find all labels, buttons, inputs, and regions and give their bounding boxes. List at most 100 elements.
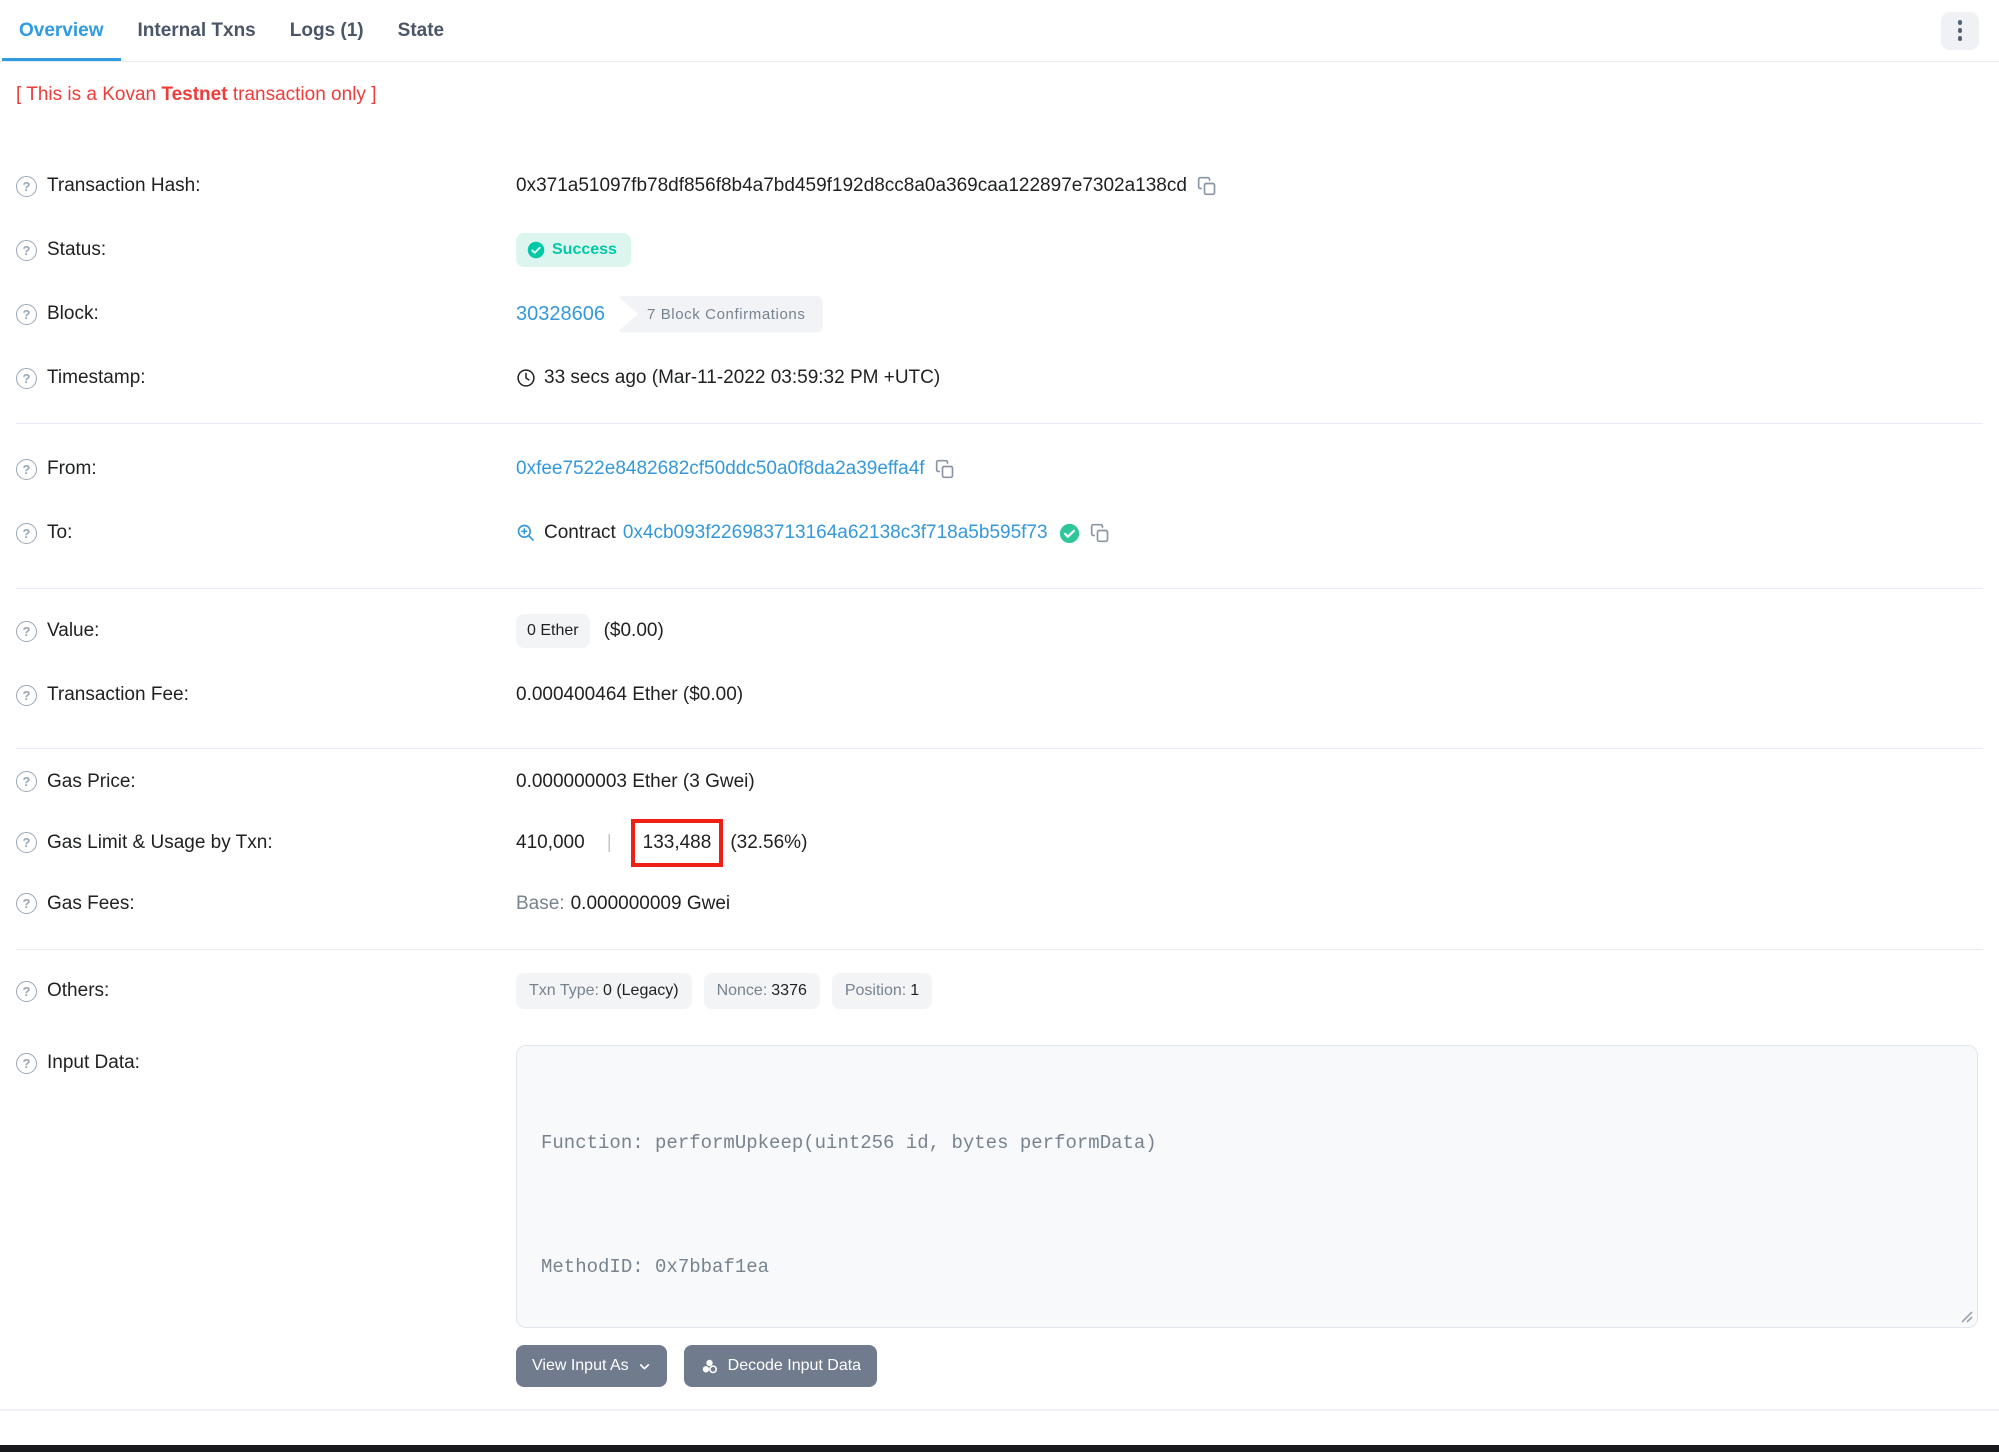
- transaction-fee-label: ? Transaction Fee:: [16, 684, 516, 706]
- divider: [16, 588, 1983, 589]
- divider: [16, 949, 1983, 950]
- value-label: ? Value:: [16, 620, 516, 642]
- help-icon[interactable]: ?: [16, 303, 37, 325]
- gas-fees-base-label: Base:: [516, 892, 565, 914]
- timestamp-value: 33 secs ago (Mar-11-2022 03:59:32 PM +UT…: [544, 367, 941, 388]
- value-usd: ($0.00): [603, 620, 664, 641]
- to-label: ? To:: [16, 522, 516, 544]
- gas-limit-value: 410,000: [516, 831, 585, 853]
- from-row: ? From: 0xfee7522e8482682cf50ddc50a0f8da…: [16, 437, 1983, 501]
- testnet-notice: [ This is a Kovan Testnet transaction on…: [16, 84, 1983, 106]
- check-circle-icon: [527, 241, 545, 259]
- tab-logs[interactable]: Logs (1): [273, 3, 381, 61]
- value-row: ? Value: 0 Ether ($0.00): [16, 599, 1983, 663]
- input-data-box[interactable]: Function: performUpkeep(uint256 id, byte…: [516, 1045, 1978, 1328]
- badge-key: Position:: [844, 982, 907, 999]
- gas-price-value: 0.000000003 Ether (3 Gwei): [516, 770, 755, 792]
- row-label-text: Others:: [47, 980, 110, 1001]
- help-icon[interactable]: ?: [16, 367, 37, 389]
- to-row: ? To: Contract 0x4cb093f226983713164a621…: [16, 501, 1983, 565]
- gas-fees-label: ? Gas Fees:: [16, 893, 516, 915]
- caret-down-icon: [639, 1363, 649, 1369]
- zoom-in-icon[interactable]: [516, 523, 536, 543]
- testnet-notice-bold: Testnet: [161, 84, 228, 105]
- others-row: ? Others: Txn Type: 0 (Legacy) Nonce: 3376…: [16, 959, 1983, 1023]
- gas-price-label: ? Gas Price:: [16, 771, 516, 793]
- tab-overview[interactable]: Overview: [2, 3, 121, 61]
- copy-icon: [1197, 176, 1216, 196]
- transaction-fee-value: 0.000400464 Ether ($0.00): [516, 684, 744, 705]
- annotation-highlight-box: 133,488: [630, 818, 724, 867]
- status-badge: Success: [516, 233, 631, 267]
- copy-from-address-button[interactable]: [935, 459, 955, 479]
- copy-hash-button[interactable]: [1197, 176, 1217, 196]
- to-contract-address-link[interactable]: 0x4cb093f226983713164a62138c3f718a5b595f…: [623, 522, 1048, 544]
- badge-key: Txn Type:: [529, 982, 599, 999]
- gas-limit-pipe: |: [606, 831, 612, 853]
- transaction-hash-row: ? Transaction Hash: 0x371a51097fb78df856…: [16, 154, 1983, 218]
- view-input-as-button[interactable]: View Input As: [516, 1345, 667, 1387]
- row-label-text: Transaction Hash:: [47, 175, 201, 196]
- row-label-text: Block:: [47, 303, 99, 324]
- block-number-link[interactable]: 30328606: [516, 303, 605, 326]
- transaction-hash-value: 0x371a51097fb78df856f8b4a7bd459f192d8cc8…: [516, 175, 1187, 196]
- contract-word: Contract: [544, 522, 616, 543]
- input-methodid-line: MethodID: 0x7bbaf1ea: [541, 1256, 770, 1278]
- gas-fees-row: ? Gas Fees: Base: 0.000000009 Gwei: [16, 873, 1983, 934]
- status-label: ? Status:: [16, 239, 516, 261]
- txn-type-badge: Txn Type: 0 (Legacy): [516, 973, 692, 1009]
- from-label: ? From:: [16, 458, 516, 480]
- tab-internal-txns[interactable]: Internal Txns: [121, 3, 273, 61]
- transaction-details-page: Overview Internal Txns Logs (1) State [ …: [0, 0, 1999, 1452]
- tab-state[interactable]: State: [381, 3, 461, 61]
- copy-to-address-button[interactable]: [1090, 523, 1110, 543]
- block-row: ? Block: 30328606 7 Block Confirmations: [16, 282, 1983, 346]
- resize-grip-icon[interactable]: [1958, 1308, 1973, 1323]
- gas-used-percent: (32.56%): [730, 831, 808, 853]
- help-icon[interactable]: ?: [16, 239, 37, 261]
- verified-check-icon: [1059, 523, 1079, 543]
- help-icon[interactable]: ?: [16, 771, 37, 792]
- help-icon[interactable]: ?: [16, 893, 37, 914]
- input-data-row: ? Input Data: Function: performUpkeep(ui…: [16, 1045, 1983, 1328]
- row-label-text: Gas Price:: [47, 770, 136, 792]
- copy-icon: [935, 459, 953, 479]
- badge-value: 3376: [771, 982, 807, 999]
- from-address-link[interactable]: 0xfee7522e8482682cf50ddc50a0f8da2a39effa…: [516, 458, 925, 480]
- help-icon[interactable]: ?: [16, 684, 37, 706]
- input-function-line: Function: performUpkeep(uint256 id, byte…: [541, 1132, 1157, 1154]
- help-icon[interactable]: ?: [16, 458, 37, 480]
- row-label-text: Status:: [47, 239, 107, 260]
- timestamp-row: ? Timestamp: 33 secs ago (Mar-11-2022 03…: [16, 346, 1983, 410]
- overview-content: ? Transaction Hash: 0x371a51097fb78df856…: [0, 154, 1999, 1411]
- decode-input-data-button[interactable]: Decode Input Data: [683, 1345, 878, 1387]
- tab-list: Overview Internal Txns Logs (1) State: [2, 0, 461, 61]
- row-label-text: Transaction Fee:: [47, 684, 189, 705]
- gas-price-row: ? Gas Price: 0.000000003 Ether (3 Gwei): [16, 751, 1983, 812]
- row-label-text: Gas Fees:: [47, 892, 135, 914]
- tab-bar: Overview Internal Txns Logs (1) State: [0, 0, 1999, 62]
- row-label-text: Timestamp:: [47, 367, 146, 388]
- help-icon[interactable]: ?: [16, 620, 37, 642]
- help-icon[interactable]: ?: [16, 832, 37, 853]
- input-data-label: ? Input Data:: [16, 1045, 516, 1074]
- gas-used-value: 133,488: [642, 831, 712, 853]
- divider: [16, 423, 1983, 424]
- status-row: ? Status: Success: [16, 218, 1983, 282]
- transaction-hash-label: ? Transaction Hash:: [16, 175, 516, 197]
- kebab-menu-button[interactable]: [1941, 11, 1979, 50]
- gas-fees-base-value: 0.000000009 Gwei: [570, 892, 731, 914]
- view-input-as-label: View Input As: [532, 1357, 629, 1374]
- help-icon[interactable]: ?: [16, 980, 37, 1002]
- row-label-text: Value:: [47, 620, 100, 641]
- timestamp-label: ? Timestamp:: [16, 367, 516, 389]
- bottom-edge-bar: [0, 1445, 1999, 1452]
- nonce-badge: Nonce: 3376: [703, 973, 820, 1009]
- badge-key: Nonce:: [716, 982, 768, 999]
- decode-icon: [702, 1359, 717, 1373]
- help-icon[interactable]: ?: [16, 522, 37, 544]
- position-badge: Position: 1: [831, 973, 933, 1009]
- help-icon[interactable]: ?: [16, 175, 37, 197]
- row-label-text: Gas Limit & Usage by Txn:: [47, 831, 273, 853]
- help-icon[interactable]: ?: [16, 1052, 37, 1074]
